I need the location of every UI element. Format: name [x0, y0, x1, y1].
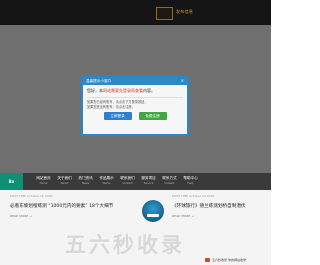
dialog-text-2: 如果您还没有账号，请点击注册。 — [87, 104, 135, 109]
nav-item-label: 联系我们 — [120, 176, 135, 180]
dialog-body: 您好，本网站需要先登录再查看内容。 如果您已经有账号，请点击下方登录按钮， 如果… — [83, 85, 187, 121]
nav-item-label: 联系方式 — [162, 176, 177, 180]
dialog-header: 温馨提示小窗口 × — [83, 77, 187, 85]
nav-item-sublabel: Works — [102, 182, 111, 185]
nav-item-sublabel: Service — [143, 182, 154, 185]
article-meta: POST TIME October 14 2020 — [172, 194, 215, 198]
nav-item-sublabel: Contact — [122, 182, 133, 185]
login-button[interactable]: 立即登录 — [103, 112, 132, 121]
nav-item-label: 作品展示 — [99, 176, 114, 180]
nav-item-sublabel: News — [81, 182, 89, 185]
nav-item[interactable]: 关于我们 About — [54, 173, 75, 190]
top-links[interactable]: 发布信息 — [176, 9, 193, 15]
dialog-divider — [87, 97, 183, 98]
footer-note: 五六秒收录 你的网站收录 — [212, 258, 246, 262]
lead-suffix: 内容。 — [143, 88, 155, 93]
article-thumbnail[interactable] — [142, 200, 164, 222]
read-more-link[interactable]: READ MORE → — [172, 214, 194, 218]
register-button[interactable]: 免费注册 — [138, 112, 167, 121]
dialog-actions: 立即登录 免费注册 — [87, 112, 183, 121]
nav-item-label: 热门资讯 — [78, 176, 93, 180]
footer-logo-icon — [205, 258, 210, 262]
read-more-link[interactable]: READ MORE → — [10, 214, 32, 218]
nav-item-sublabel: Contact — [164, 182, 175, 185]
nav-item-sublabel: About — [60, 182, 69, 185]
main-nav: Ba 网站首页 Home 关于我们 About 热门资讯 News 作品展示 Works… — [0, 173, 271, 190]
top-bar: 发布信息 — [0, 0, 271, 25]
nav-item[interactable]: 联系方式 Contact — [159, 173, 180, 190]
nav-item[interactable]: 服务项目 Service — [138, 173, 159, 190]
dialog-title: 温馨提示小窗口 — [86, 78, 112, 83]
nav-item[interactable]: 网站首页 Home — [33, 173, 54, 190]
site-logo[interactable]: Ba — [0, 173, 23, 190]
top-search-box[interactable] — [156, 7, 173, 20]
article-section: POST TIME October 16 2020 必看东黎划橙练测 “1000… — [0, 190, 271, 265]
nav-item-sublabel: Home — [39, 182, 48, 185]
article-meta: POST TIME October 16 2020 — [10, 194, 53, 198]
nav-item[interactable]: 联系我们 Contact — [117, 173, 138, 190]
close-icon[interactable]: × — [181, 79, 184, 83]
lead-highlight: 网站需要先登录再查看 — [103, 88, 143, 93]
nav-item-label: 网站首页 — [36, 176, 51, 180]
nav-item-label: 关于我们 — [57, 176, 72, 180]
nav-item-sublabel: Help — [187, 182, 194, 185]
nav-item-label: 帮助中心 — [183, 176, 198, 180]
site-watermark: 五六秒收录 — [65, 233, 185, 257]
article-title[interactable]: 必看东黎划橙练测 “1000元内的要素” 18个大细节 — [10, 203, 138, 209]
nav-item[interactable]: 热门资讯 News — [75, 173, 96, 190]
nav-items: 网站首页 Home 关于我们 About 热门资讯 News 作品展示 Works 联系… — [23, 173, 271, 190]
nav-item[interactable]: 作品展示 Works — [96, 173, 117, 190]
login-prompt-dialog: 温馨提示小窗口 × 您好，本网站需要先登录再查看内容。 如果您已经有账号，请点击… — [81, 75, 189, 136]
article-title[interactable]: 《环球旅行》德兰练测划桥自制潜伏 — [172, 203, 264, 209]
nav-item-label: 服务项目 — [141, 176, 156, 180]
nav-item[interactable]: 帮助中心 Help — [180, 173, 201, 190]
dialog-lead: 您好，本网站需要先登录再查看内容。 — [87, 88, 183, 94]
lead-prefix: 您好，本 — [87, 88, 103, 93]
